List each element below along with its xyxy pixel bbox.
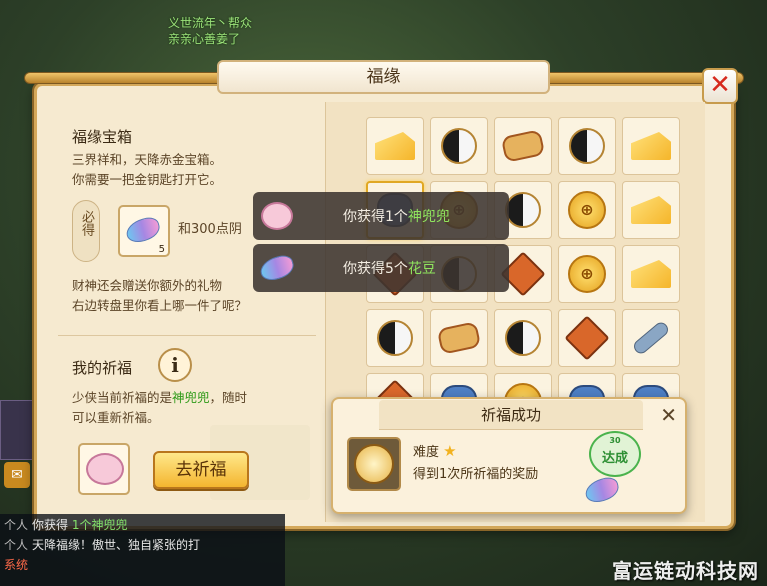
side-panel xyxy=(0,400,34,460)
prize-cell[interactable] xyxy=(494,309,552,367)
reward-line: 得到1次所祈福的奖励 xyxy=(413,467,539,482)
close-icon[interactable]: ✕ xyxy=(702,68,738,104)
toast-prefix: 你获得 xyxy=(343,261,385,277)
taiji-icon xyxy=(441,128,477,164)
coin-icon: ⊕ xyxy=(568,191,606,229)
chat-channel-tag: 个人 xyxy=(4,538,29,552)
blessing-target: 神兜兜 xyxy=(172,390,210,405)
treasure-title: 福缘宝箱 xyxy=(72,128,133,146)
stamp-number: 30 xyxy=(609,436,621,445)
must-get-badge: 必得 xyxy=(72,200,100,262)
toast-notification: 你获得 1个 神兜兜 xyxy=(253,192,509,240)
difficulty-label: 难度 xyxy=(413,445,440,460)
watermark: 富运链动科技网 xyxy=(612,559,759,583)
bean-icon xyxy=(123,214,163,246)
prize-cell[interactable]: ⊕ xyxy=(558,181,616,239)
chat-toggle-icon[interactable]: ✉ xyxy=(4,462,30,488)
chat-channel-tag: 系统 xyxy=(4,558,29,572)
info-icon[interactable]: i xyxy=(158,348,192,382)
chat-text: 你获得 xyxy=(32,518,69,532)
blessing-item-slot[interactable] xyxy=(78,443,130,495)
prize-cell[interactable] xyxy=(366,309,424,367)
bean-icon xyxy=(257,252,297,284)
cheese-icon xyxy=(631,132,671,160)
toast-count: 1个 xyxy=(385,209,408,225)
prize-cell[interactable] xyxy=(494,117,552,175)
extra-gift-line-1: 财神还会赠送你额外的礼物 xyxy=(72,278,223,293)
prize-cell[interactable] xyxy=(430,309,488,367)
coin-icon: ⊕ xyxy=(568,255,606,293)
section-divider xyxy=(58,335,316,336)
taiji-icon xyxy=(505,192,541,228)
taiji-icon xyxy=(377,320,413,356)
prize-cell[interactable] xyxy=(622,181,680,239)
scroll-icon xyxy=(436,321,482,355)
blessing-desc-2: 可以重新祈福。 xyxy=(72,410,160,425)
chat-line: 个人 天降福缘！傲世、独自紧张的打 xyxy=(4,536,200,553)
pig-icon xyxy=(261,202,293,230)
taiji-icon xyxy=(569,128,605,164)
toast-notification: 你获得 5个 花豆 xyxy=(253,244,509,292)
cheese-icon xyxy=(631,260,671,288)
chat-highlight: 1个神兜兜 xyxy=(71,518,128,532)
star-icon: ★ xyxy=(443,442,457,460)
blessing-title: 我的祈福 xyxy=(72,359,133,377)
prize-cell[interactable] xyxy=(366,117,424,175)
taiji-icon xyxy=(505,320,541,356)
prize-cell[interactable] xyxy=(558,309,616,367)
popup-close-icon[interactable]: ✕ xyxy=(660,403,677,427)
hammer-icon xyxy=(564,315,610,361)
reward-item-slot[interactable]: 5 xyxy=(118,205,170,257)
reward-item-count: 5 xyxy=(158,244,165,255)
bg-chat-name: 义世流年丶帮众 xyxy=(168,16,253,30)
scroll-icon xyxy=(500,129,546,163)
extra-gift-line-2: 右边转盘里你看上哪一件了呢？ xyxy=(72,298,248,313)
must-get-label: 必得 xyxy=(79,210,94,236)
chat-channel-tag: 个人 xyxy=(4,518,29,532)
popup-reward-slot[interactable] xyxy=(347,437,401,491)
blessing-success-popup: 祈福成功 ✕ 难度 ★ 得到1次所祈福的奖励 30 达成 xyxy=(331,397,687,514)
toast-item: 神兜兜 xyxy=(407,209,450,225)
prize-cell[interactable]: ⊕ xyxy=(558,245,616,303)
blessing-desc-1: 少侠当前祈福的是神兜兜，随时 xyxy=(72,388,247,408)
chat-panel: 个人 你获得 1个神兜兜 个人 天降福缘！傲世、独自紧张的打 系统 xyxy=(0,514,285,586)
reward-text: 和300点阴 xyxy=(178,222,242,237)
chat-line: 系统 xyxy=(4,556,32,573)
stamp-text: 达成 xyxy=(601,451,628,466)
prize-cell[interactable] xyxy=(622,117,680,175)
chat-line: 个人 你获得 1个神兜兜 xyxy=(4,516,128,533)
prize-cell[interactable] xyxy=(430,117,488,175)
achieved-stamp: 30 达成 xyxy=(589,431,641,477)
cheese-icon xyxy=(631,196,671,224)
treasure-desc-1: 三界祥和，天降赤金宝箱。 xyxy=(72,152,223,167)
go-bless-button[interactable]: 去祈福 xyxy=(153,451,249,489)
toast-count: 5个 xyxy=(385,261,408,277)
compass-icon xyxy=(354,444,394,484)
prize-cell[interactable] xyxy=(622,245,680,303)
toast-prefix: 你获得 xyxy=(343,209,385,225)
window-title: 福缘 xyxy=(217,60,550,94)
toast-item: 花豆 xyxy=(407,261,436,277)
chat-text: 天降福缘！傲世、独自紧张的打 xyxy=(32,538,201,552)
bean-icon xyxy=(582,474,622,506)
difficulty-row: 难度 ★ xyxy=(413,441,457,460)
blessing-desc-prefix: 少侠当前祈福的是 xyxy=(72,390,173,405)
prize-cell[interactable] xyxy=(622,309,680,367)
blessing-desc-suffix: ，随时 xyxy=(209,390,248,405)
cheese-icon xyxy=(375,132,415,160)
pig-icon xyxy=(86,453,124,485)
bg-chat-text: 亲亲心善姜了 xyxy=(168,32,241,46)
prize-cell[interactable] xyxy=(558,117,616,175)
key-icon xyxy=(631,319,671,357)
treasure-desc-2: 你需要一把金钥匙打开它。 xyxy=(72,172,223,187)
popup-title: 祈福成功 xyxy=(379,400,643,430)
